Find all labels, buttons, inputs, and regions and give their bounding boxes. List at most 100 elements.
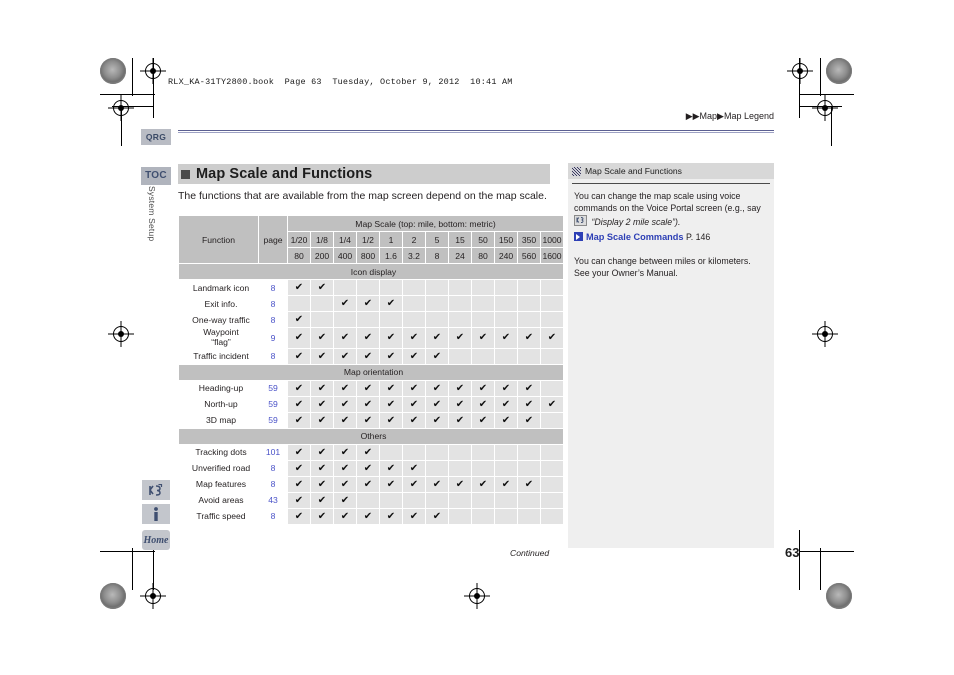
info-glyph: [154, 506, 158, 521]
cell-empty: [518, 312, 540, 327]
cell-check: ✔: [495, 328, 517, 348]
scale-metric-0: 80: [288, 248, 310, 263]
check-icon: ✔: [409, 462, 419, 474]
check-icon: ✔: [386, 478, 396, 490]
info-panel-link-row[interactable]: Map Scale Commands P. 146: [574, 231, 768, 244]
cell-check: ✔: [403, 508, 425, 524]
row-page-reference[interactable]: 59: [259, 396, 287, 412]
check-icon: ✔: [478, 478, 488, 490]
bullet-square-icon: [181, 169, 190, 179]
row-page-reference[interactable]: 59: [259, 380, 287, 396]
cell-check: ✔: [449, 476, 471, 492]
cell-empty: [541, 412, 563, 428]
check-icon: ✔: [294, 350, 304, 362]
scale-mile-3: 1/2: [357, 232, 379, 247]
check-icon: ✔: [501, 478, 511, 490]
cell-check: ✔: [288, 396, 310, 412]
check-icon: ✔: [478, 398, 488, 410]
info-icon[interactable]: [142, 504, 170, 524]
table-row: Traffic incident 8 ✔ ✔ ✔ ✔ ✔ ✔ ✔: [179, 348, 563, 364]
cell-check: ✔: [541, 396, 563, 412]
check-icon: ✔: [340, 350, 350, 362]
cell-check: ✔: [334, 412, 356, 428]
row-page-reference[interactable]: 9: [259, 328, 287, 348]
cell-empty: [403, 492, 425, 508]
cell-check: ✔: [334, 508, 356, 524]
voice-command-icon[interactable]: [142, 480, 170, 500]
col-header-page: page: [259, 216, 287, 263]
crop-mark-v-right2: [799, 58, 800, 118]
row-page-reference[interactable]: 8: [259, 312, 287, 327]
row-function-label: North-up: [179, 396, 258, 412]
row-function-label: Waypoint “flag”: [179, 327, 258, 348]
row-page-reference[interactable]: 8: [259, 508, 287, 524]
row-page-reference[interactable]: 8: [259, 460, 287, 476]
sidebar-tab-toc[interactable]: TOC: [141, 167, 171, 185]
check-icon: ✔: [386, 382, 396, 394]
table-row: Waypoint “flag” 9 ✔ ✔ ✔ ✔ ✔ ✔ ✔ ✔ ✔ ✔ ✔ ✔: [179, 327, 563, 348]
check-icon: ✔: [501, 414, 511, 426]
cell-check: ✔: [334, 460, 356, 476]
row-page-reference[interactable]: 59: [259, 412, 287, 428]
table-head-row-1: Function page Map Scale (top: mile, bott…: [179, 216, 563, 263]
table-row: Landmark icon 8 ✔ ✔: [179, 280, 563, 295]
check-icon: ✔: [317, 510, 327, 522]
cell-empty: [495, 348, 517, 364]
home-icon[interactable]: Home: [142, 530, 170, 550]
crop-mark-v-left: [132, 58, 133, 96]
table-row: Map features 8 ✔ ✔ ✔ ✔ ✔ ✔ ✔ ✔ ✔ ✔ ✔: [179, 476, 563, 492]
scale-mile-6: 5: [426, 232, 448, 247]
header-rule-light: [178, 132, 774, 133]
cell-check: ✔: [357, 476, 379, 492]
row-page-reference[interactable]: 43: [259, 492, 287, 508]
cell-check: ✔: [472, 476, 494, 492]
cell-check: ✔: [288, 460, 310, 476]
row-function-label: Exit info.: [179, 296, 258, 311]
map-scale-table: Function page Map Scale (top: mile, bott…: [178, 215, 564, 525]
registration-target-tr2: [812, 95, 838, 121]
section-vertical-label: System Setup: [147, 186, 157, 242]
cross-reference-link[interactable]: Map Scale Commands: [586, 232, 684, 242]
table-head: Function page Map Scale (top: mile, bott…: [179, 216, 563, 263]
cell-check: ✔: [311, 348, 333, 364]
row-page-reference[interactable]: 101: [259, 444, 287, 460]
check-icon: ✔: [386, 332, 396, 344]
scale-metric-2: 400: [334, 248, 356, 263]
cell-check: ✔: [380, 412, 402, 428]
cell-empty: [449, 296, 471, 311]
check-icon: ✔: [432, 382, 442, 394]
cell-empty: [449, 444, 471, 460]
sidebar-tab-qrg[interactable]: QRG: [141, 129, 171, 145]
cell-check: ✔: [334, 444, 356, 460]
table-row: One-way traffic 8 ✔: [179, 312, 563, 327]
intro-paragraph: The functions that are available from th…: [178, 190, 547, 202]
cell-check: ✔: [380, 328, 402, 348]
cell-check: ✔: [518, 476, 540, 492]
table-row: Heading-up 59 ✔ ✔ ✔ ✔ ✔ ✔ ✔ ✔ ✔ ✔ ✔: [179, 380, 563, 396]
row-page-reference[interactable]: 8: [259, 296, 287, 311]
check-icon: ✔: [340, 462, 350, 474]
cell-check: ✔: [426, 328, 448, 348]
check-icon: ✔: [294, 478, 304, 490]
cell-check: ✔: [357, 444, 379, 460]
cell-check: ✔: [288, 476, 310, 492]
cell-empty: [334, 312, 356, 327]
cell-empty: [518, 296, 540, 311]
section-title: Others: [179, 428, 563, 444]
panel-marker-icon: [572, 166, 581, 176]
row-page-reference[interactable]: 8: [259, 476, 287, 492]
crop-mark-v-br2: [799, 530, 800, 590]
cell-empty: [357, 280, 379, 295]
check-icon: ✔: [409, 414, 419, 426]
table-row: Unverified road 8 ✔ ✔ ✔ ✔ ✔ ✔: [179, 460, 563, 476]
cell-empty: [426, 492, 448, 508]
row-page-reference[interactable]: 8: [259, 348, 287, 364]
row-page-reference[interactable]: 8: [259, 280, 287, 295]
scale-mile-8: 50: [472, 232, 494, 247]
check-icon: ✔: [340, 510, 350, 522]
cell-check: ✔: [311, 396, 333, 412]
cell-empty: [541, 444, 563, 460]
cell-empty: [426, 296, 448, 311]
cell-check: ✔: [541, 328, 563, 348]
scale-mile-4: 1: [380, 232, 402, 247]
